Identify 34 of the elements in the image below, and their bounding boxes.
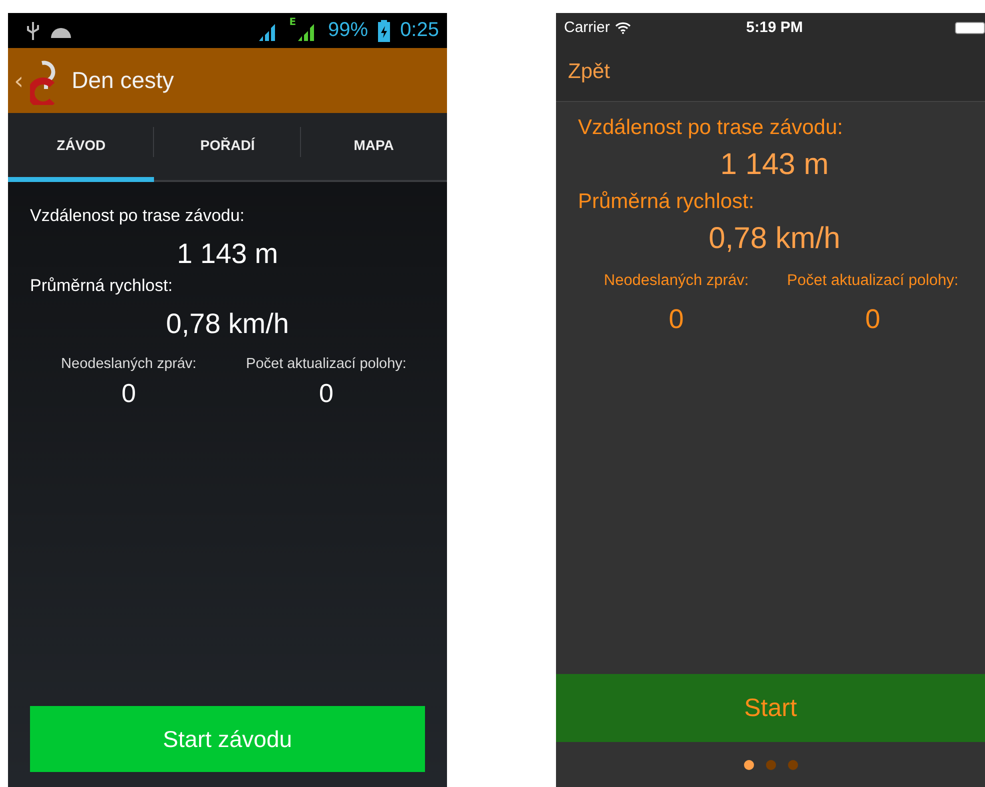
page-dot[interactable] xyxy=(788,760,798,770)
battery-percentage: 99% xyxy=(328,19,368,42)
speed-label: Průměrná rychlost: xyxy=(30,276,174,296)
stat-value: 0 xyxy=(865,304,880,335)
distance-label: Vzdálenost po trase závodu: xyxy=(578,116,844,140)
page-dot[interactable] xyxy=(766,760,776,770)
page-dot[interactable] xyxy=(744,760,754,770)
speed-value: 0,78 km/h xyxy=(708,222,842,256)
battery-icon xyxy=(954,22,985,34)
tab[interactable]: POŘADÍ xyxy=(154,113,301,182)
status-time: 0:25 xyxy=(400,19,439,42)
wifi-icon xyxy=(614,22,631,34)
distance-label: Vzdálenost po trase závodu: xyxy=(30,206,246,226)
speed-label: Průměrná rychlost: xyxy=(578,190,756,214)
back-button[interactable]: ‹ xyxy=(14,66,24,94)
stat-value: 0 xyxy=(668,304,684,335)
screen-title: Den cesty xyxy=(72,67,174,94)
distance-value: 1 143 m xyxy=(719,148,830,182)
battery-charging-icon xyxy=(378,20,390,42)
usb-icon xyxy=(26,20,40,40)
tab[interactable]: MAPA xyxy=(300,113,447,182)
stat-label: Neodeslaných zpráv: xyxy=(61,356,196,372)
carrier-name: Carrier xyxy=(564,19,610,36)
stat-value: 0 xyxy=(319,378,334,409)
speed-value: 0,78 km/h xyxy=(165,308,290,340)
stat-value: 0 xyxy=(122,378,136,409)
stat-label: Neodeslaných zpráv: xyxy=(604,272,749,290)
status-time: 5:19 PM xyxy=(745,19,804,36)
distance-value: 1 143 m xyxy=(176,238,280,270)
network-type-label: E xyxy=(289,17,296,28)
back-link[interactable]: Zpět xyxy=(568,60,610,84)
stat-label: Počet aktualizací polohy: xyxy=(787,272,958,290)
tab[interactable]: ZÁVOD xyxy=(8,113,154,182)
stat-label: Počet aktualizací polohy: xyxy=(246,356,406,372)
